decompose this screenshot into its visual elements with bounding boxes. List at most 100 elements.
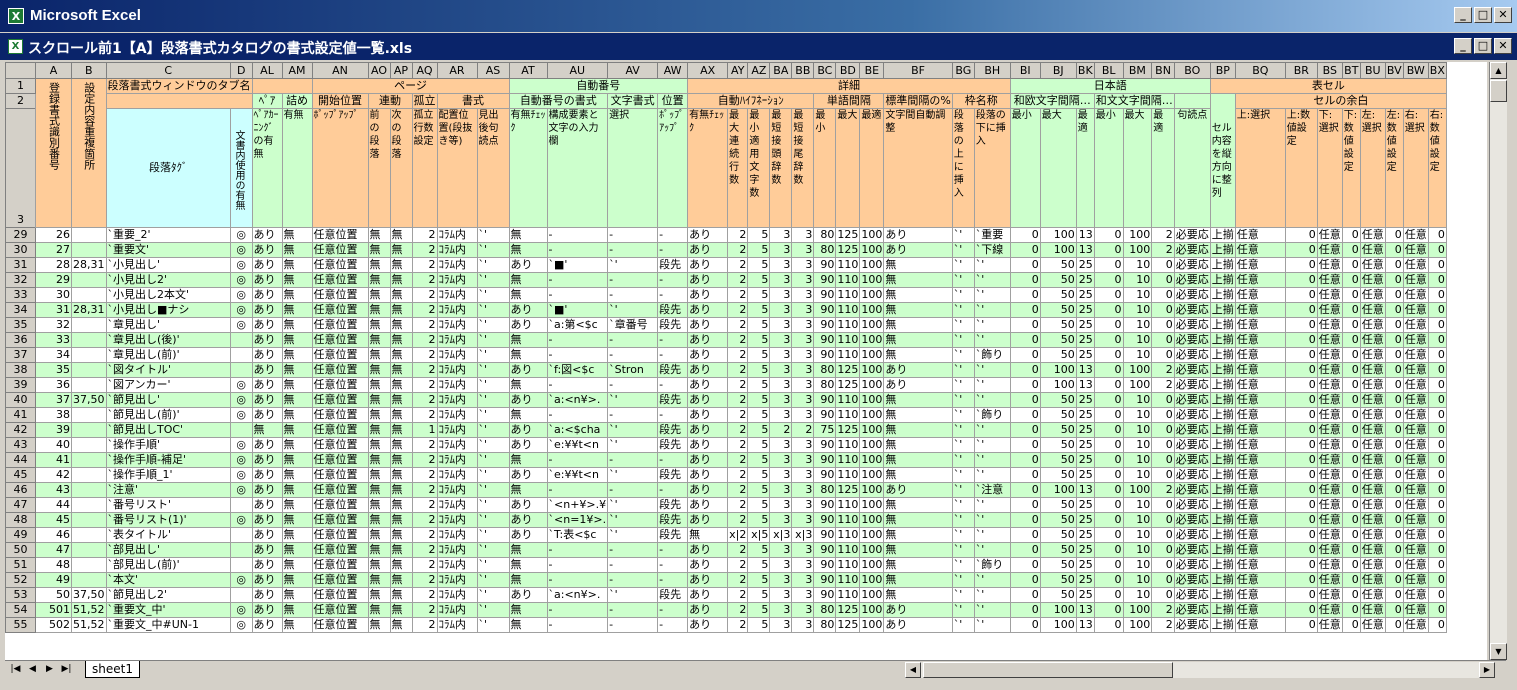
cell-as[interactable]: `' <box>476 452 510 468</box>
cell-bt[interactable]: 0 <box>1341 347 1361 363</box>
cell-bf[interactable]: 無 <box>883 317 953 333</box>
cell-bw[interactable]: 任意 <box>1402 467 1429 483</box>
cell-bq[interactable]: 任意 <box>1234 242 1286 258</box>
cell-bf[interactable]: 無 <box>883 467 953 483</box>
cell-bk[interactable]: 25 <box>1075 347 1095 363</box>
cell-bj[interactable]: 50 <box>1039 557 1077 573</box>
cell-bu[interactable]: 任意 <box>1359 542 1386 558</box>
column-header-a[interactable]: A <box>35 62 72 79</box>
cell-br[interactable]: 0 <box>1284 452 1318 468</box>
cell-bb[interactable]: 3 <box>791 542 815 558</box>
cell-ap[interactable]: 無 <box>389 587 413 603</box>
cell-a[interactable]: 41 <box>35 452 72 468</box>
cell-bt[interactable]: 0 <box>1341 452 1361 468</box>
cell-bd[interactable]: 125 <box>835 227 861 243</box>
cell-bf[interactable]: あり <box>883 242 953 258</box>
sheet-tab[interactable]: sheet1 <box>85 661 140 678</box>
cell-bw[interactable]: 任意 <box>1402 437 1429 453</box>
cell-ba[interactable]: 3 <box>769 287 793 303</box>
cell-bm[interactable]: 10 <box>1122 467 1153 483</box>
cell-bn[interactable]: 2 <box>1151 377 1175 393</box>
cell-bl[interactable]: 0 <box>1093 407 1124 423</box>
cell-be[interactable]: 100 <box>859 497 885 513</box>
cell-b[interactable]: 28,31 <box>71 302 107 318</box>
cell-ar[interactable]: ｺﾗﾑ内 <box>436 227 478 243</box>
cell-aw[interactable]: - <box>657 602 689 618</box>
cell-an[interactable]: 任意位置 <box>311 287 369 303</box>
cell-bu[interactable]: 任意 <box>1359 302 1386 318</box>
cell-aw[interactable]: 段先 <box>657 257 689 273</box>
cell-bl[interactable]: 0 <box>1093 422 1124 438</box>
cell-ao[interactable]: 無 <box>367 587 391 603</box>
cell-ax[interactable]: あり <box>687 497 729 513</box>
cell-bo[interactable]: 必要応 <box>1173 452 1211 468</box>
cell-bv[interactable]: 0 <box>1384 227 1404 243</box>
cell-az[interactable]: 5 <box>747 302 771 318</box>
cell-bf[interactable]: 無 <box>883 302 953 318</box>
cell-bt[interactable]: 0 <box>1341 362 1361 378</box>
cell-a[interactable]: 40 <box>35 437 72 453</box>
cell-bc[interactable]: 90 <box>813 317 837 333</box>
cell-bt[interactable]: 0 <box>1341 572 1361 588</box>
cell-bq[interactable]: 任意 <box>1234 407 1286 423</box>
cell-bu[interactable]: 任意 <box>1359 617 1386 633</box>
cell-bn[interactable]: 0 <box>1151 347 1175 363</box>
cell-bv[interactable]: 0 <box>1384 302 1404 318</box>
cell-a[interactable]: 36 <box>35 377 72 393</box>
cell-ay[interactable]: 2 <box>727 407 749 423</box>
cell-be[interactable]: 100 <box>859 542 885 558</box>
cell-bc[interactable]: 90 <box>813 257 837 273</box>
cell-bf[interactable]: あり <box>883 617 953 633</box>
cell-bi[interactable]: 0 <box>1009 272 1041 288</box>
cell-ba[interactable]: 3 <box>769 617 793 633</box>
cell-bq[interactable]: 任意 <box>1234 617 1286 633</box>
cell-bq[interactable]: 任意 <box>1234 452 1286 468</box>
cell-as[interactable]: `' <box>476 242 510 258</box>
cell-bn[interactable]: 0 <box>1151 302 1175 318</box>
cell-be[interactable]: 100 <box>859 302 885 318</box>
scroll-up-arrow-icon[interactable]: ▲ <box>1490 62 1507 79</box>
cell-b[interactable]: 51,52 <box>71 617 107 633</box>
column-header-as[interactable]: AS <box>476 62 510 79</box>
cell-ar[interactable]: ｺﾗﾑ内 <box>436 437 478 453</box>
cell-bw[interactable]: 任意 <box>1402 557 1429 573</box>
cell-bi[interactable]: 0 <box>1009 587 1041 603</box>
cell-bd[interactable]: 125 <box>835 602 861 618</box>
cell-bw[interactable]: 任意 <box>1402 227 1429 243</box>
cell-av[interactable]: `' <box>607 392 659 408</box>
cell-ba[interactable]: 3 <box>769 332 793 348</box>
cell-bu[interactable]: 任意 <box>1359 257 1386 273</box>
cell-bb[interactable]: 3 <box>791 272 815 288</box>
cell-d[interactable]: ◎ <box>229 377 253 393</box>
cell-a[interactable]: 47 <box>35 542 72 558</box>
cell-bf[interactable]: 無 <box>883 452 953 468</box>
cell-ay[interactable]: 2 <box>727 542 749 558</box>
cell-bg[interactable]: `' <box>951 362 975 378</box>
cell-bt[interactable]: 0 <box>1341 317 1361 333</box>
cell-ay[interactable]: 2 <box>727 572 749 588</box>
cell-bo[interactable]: 必要応 <box>1173 482 1211 498</box>
cell-bk[interactable]: 25 <box>1075 512 1095 528</box>
cell-bs[interactable]: 任意 <box>1316 587 1343 603</box>
cell-bw[interactable]: 任意 <box>1402 392 1429 408</box>
cell-bu[interactable]: 任意 <box>1359 437 1386 453</box>
cell-br[interactable]: 0 <box>1284 557 1318 573</box>
cell-al[interactable]: あり <box>251 572 283 588</box>
cell-aq[interactable]: 2 <box>411 482 438 498</box>
cell-aq[interactable]: 1 <box>411 422 438 438</box>
cell-al[interactable]: あり <box>251 347 283 363</box>
cell-bn[interactable]: 0 <box>1151 257 1175 273</box>
cell-bo[interactable]: 必要応 <box>1173 572 1211 588</box>
cell-ax[interactable]: あり <box>687 587 729 603</box>
cell-br[interactable]: 0 <box>1284 242 1318 258</box>
cell-az[interactable]: 5 <box>747 287 771 303</box>
cell-br[interactable]: 0 <box>1284 392 1318 408</box>
cell-be[interactable]: 100 <box>859 527 885 543</box>
cell-bu[interactable]: 任意 <box>1359 287 1386 303</box>
cell-bc[interactable]: 90 <box>813 407 837 423</box>
cell-at[interactable]: 無 <box>508 482 548 498</box>
cell-an[interactable]: 任意位置 <box>311 362 369 378</box>
cell-bs[interactable]: 任意 <box>1316 272 1343 288</box>
cell-bq[interactable]: 任意 <box>1234 362 1286 378</box>
cell-an[interactable]: 任意位置 <box>311 422 369 438</box>
